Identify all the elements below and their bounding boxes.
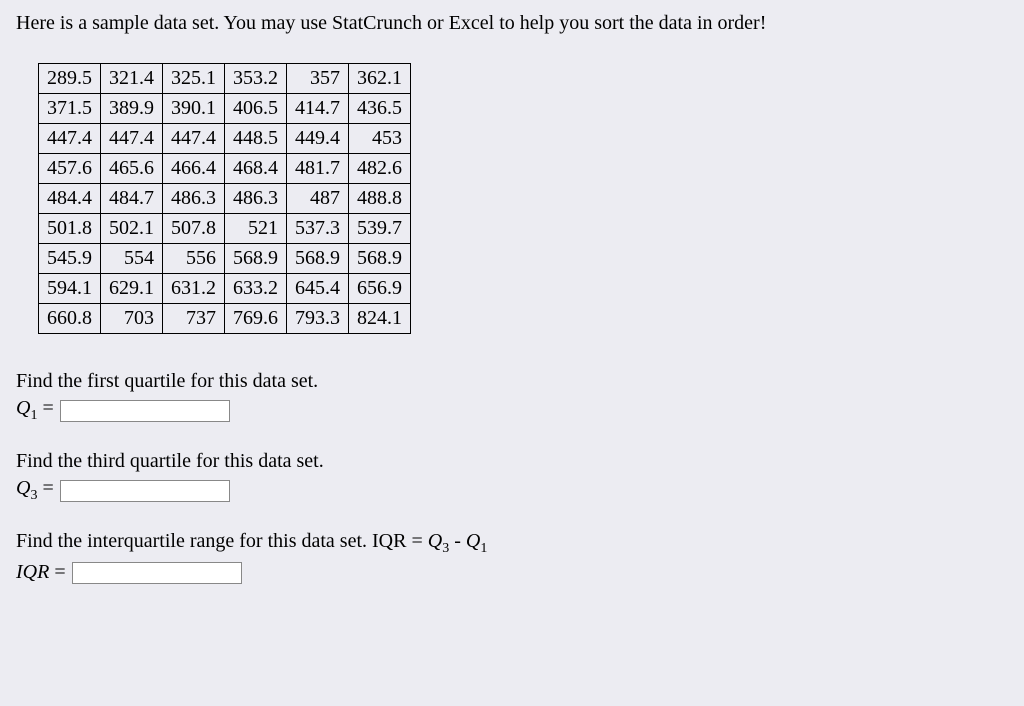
- iqr-q1-letter: Q: [466, 530, 480, 552]
- q3-sub: 3: [30, 488, 37, 503]
- table-row: 594.1629.1631.2633.2645.4656.9: [39, 274, 411, 304]
- iqr-input[interactable]: [72, 562, 242, 584]
- table-row: 447.4447.4447.4448.5449.4453: [39, 124, 411, 154]
- data-cell: 568.9: [349, 244, 411, 274]
- data-cell: 537.3: [287, 214, 349, 244]
- q1-sub: 1: [30, 408, 37, 423]
- iqr-answer-line: IQR =: [16, 561, 1008, 584]
- iqr-minus: -: [449, 530, 466, 552]
- table-row: 660.8703737769.6793.3824.1: [39, 304, 411, 334]
- iqr-equals: =: [54, 561, 65, 583]
- q1-letter: Q: [16, 397, 30, 419]
- data-cell: 486.3: [225, 184, 287, 214]
- data-cell: 656.9: [349, 274, 411, 304]
- data-cell: 484.4: [39, 184, 101, 214]
- table-row: 484.4484.7486.3486.3487488.8: [39, 184, 411, 214]
- data-cell: 484.7: [101, 184, 163, 214]
- q1-answer-line: Q1 =: [16, 397, 1008, 424]
- data-cell: 453: [349, 124, 411, 154]
- data-cell: 486.3: [163, 184, 225, 214]
- q1-equals: =: [42, 397, 53, 419]
- data-cell: 436.5: [349, 94, 411, 124]
- data-cell: 289.5: [39, 64, 101, 94]
- data-cell: 487: [287, 184, 349, 214]
- data-cell: 554: [101, 244, 163, 274]
- data-cell: 539.7: [349, 214, 411, 244]
- data-cell: 793.3: [287, 304, 349, 334]
- data-cell: 448.5: [225, 124, 287, 154]
- q3-prompt: Find the third quartile for this data se…: [16, 450, 1008, 473]
- data-cell: 482.6: [349, 154, 411, 184]
- q1-input[interactable]: [60, 400, 230, 422]
- data-cell: 556: [163, 244, 225, 274]
- data-cell: 481.7: [287, 154, 349, 184]
- data-cell: 737: [163, 304, 225, 334]
- data-cell: 414.7: [287, 94, 349, 124]
- data-cell: 353.2: [225, 64, 287, 94]
- q1-prompt: Find the first quartile for this data se…: [16, 370, 1008, 393]
- iqr-prompt-prefix: Find the interquartile range for this da…: [16, 530, 428, 552]
- q3-label: Q3 =: [16, 477, 54, 504]
- data-cell: 362.1: [349, 64, 411, 94]
- data-cell: 631.2: [163, 274, 225, 304]
- data-cell: 447.4: [101, 124, 163, 154]
- data-cell: 568.9: [225, 244, 287, 274]
- data-cell: 629.1: [101, 274, 163, 304]
- q1-block: Find the first quartile for this data se…: [16, 370, 1008, 424]
- data-cell: 660.8: [39, 304, 101, 334]
- data-cell: 824.1: [349, 304, 411, 334]
- q3-letter: Q: [16, 477, 30, 499]
- data-cell: 321.4: [101, 64, 163, 94]
- q1-label: Q1 =: [16, 397, 54, 424]
- data-cell: 325.1: [163, 64, 225, 94]
- data-cell: 501.8: [39, 214, 101, 244]
- data-cell: 568.9: [287, 244, 349, 274]
- data-cell: 468.4: [225, 154, 287, 184]
- data-cell: 371.5: [39, 94, 101, 124]
- table-row: 289.5321.4325.1353.2357362.1: [39, 64, 411, 94]
- q3-block: Find the third quartile for this data se…: [16, 450, 1008, 504]
- data-cell: 465.6: [101, 154, 163, 184]
- data-cell: 488.8: [349, 184, 411, 214]
- q3-input[interactable]: [60, 480, 230, 502]
- q3-answer-line: Q3 =: [16, 477, 1008, 504]
- data-cell: 633.2: [225, 274, 287, 304]
- data-cell: 466.4: [163, 154, 225, 184]
- iqr-prompt: Find the interquartile range for this da…: [16, 530, 1008, 557]
- data-cell: 447.4: [163, 124, 225, 154]
- data-cell: 545.9: [39, 244, 101, 274]
- data-cell: 357: [287, 64, 349, 94]
- data-cell: 507.8: [163, 214, 225, 244]
- iqr-q1-sub: 1: [480, 541, 487, 556]
- data-cell: 645.4: [287, 274, 349, 304]
- table-row: 545.9554556568.9568.9568.9: [39, 244, 411, 274]
- iqr-label: IQR =: [16, 561, 66, 584]
- data-cell: 594.1: [39, 274, 101, 304]
- q3-equals: =: [42, 477, 53, 499]
- iqr-q3-letter: Q: [428, 530, 442, 552]
- data-cell: 447.4: [39, 124, 101, 154]
- data-cell: 769.6: [225, 304, 287, 334]
- data-cell: 449.4: [287, 124, 349, 154]
- data-cell: 703: [101, 304, 163, 334]
- table-row: 457.6465.6466.4468.4481.7482.6: [39, 154, 411, 184]
- data-cell: 502.1: [101, 214, 163, 244]
- data-cell: 406.5: [225, 94, 287, 124]
- data-cell: 457.6: [39, 154, 101, 184]
- data-cell: 390.1: [163, 94, 225, 124]
- intro-text: Here is a sample data set. You may use S…: [16, 12, 1008, 35]
- table-row: 371.5389.9390.1406.5414.7436.5: [39, 94, 411, 124]
- iqr-var: IQR: [16, 561, 49, 583]
- iqr-block: Find the interquartile range for this da…: [16, 530, 1008, 584]
- data-table: 289.5321.4325.1353.2357362.1371.5389.939…: [38, 63, 411, 334]
- table-row: 501.8502.1507.8521537.3539.7: [39, 214, 411, 244]
- data-cell: 389.9: [101, 94, 163, 124]
- data-cell: 521: [225, 214, 287, 244]
